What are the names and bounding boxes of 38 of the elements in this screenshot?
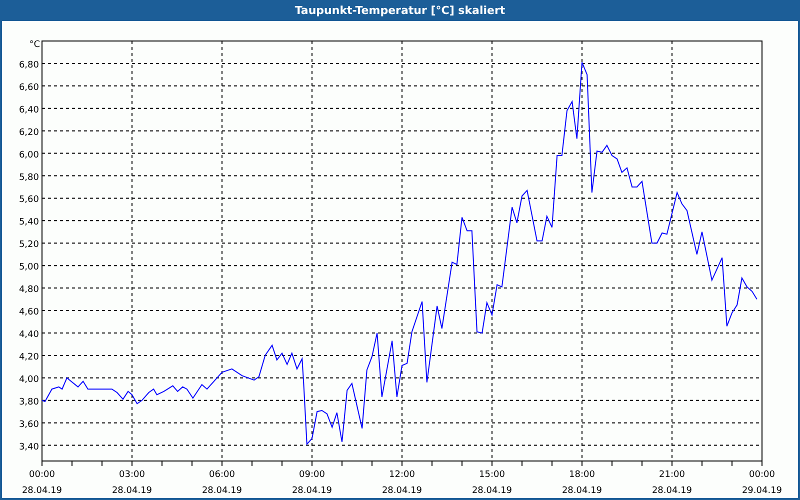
y-tick-label: 4,60: [18, 308, 39, 318]
y-tick-label: 4,00: [18, 374, 39, 385]
y-tick-label: 5,60: [18, 195, 39, 206]
y-tick-label: 4,40: [18, 330, 39, 340]
unit-label: °C: [29, 40, 40, 50]
y-tick-label: 6,00: [18, 150, 39, 160]
y-tick-label: 3,60: [18, 420, 39, 430]
x-tick-label: 21:00: [659, 470, 685, 480]
y-tick-label: 5,20: [18, 240, 39, 250]
date-label: 28.04.19: [22, 486, 62, 496]
x-tick-label: 18:00: [569, 470, 595, 480]
date-label: 28.04.19: [472, 486, 512, 496]
x-tick-label: 09:00: [299, 470, 325, 480]
window-title: Taupunkt-Temperatur [°C] skaliert: [2, 0, 798, 21]
date-label: 28.04.19: [652, 486, 692, 496]
x-tick-label: 00:00: [749, 470, 775, 480]
y-tick-label: 3,80: [18, 397, 39, 408]
date-label: 28.04.19: [202, 486, 242, 496]
y-tick-label: 6,40: [18, 105, 39, 116]
y-tick-label: 6,60: [18, 82, 39, 93]
y-tick-label: 5,40: [18, 218, 39, 228]
x-tick-label: 03:00: [119, 470, 145, 480]
date-label: 28.04.19: [112, 486, 152, 496]
date-label: 29.04.19: [742, 486, 782, 496]
date-label: 28.04.19: [382, 486, 422, 496]
y-tick-label: 3,40: [18, 442, 39, 452]
x-tick-label: 12:00: [389, 470, 415, 480]
x-tick-label: 06:00: [209, 470, 235, 480]
x-tick-label: 00:00: [29, 470, 55, 480]
y-tick-label: 5,00: [18, 262, 39, 273]
y-tick-label: 5,80: [18, 172, 39, 183]
date-label: 28.04.19: [292, 486, 332, 496]
y-tick-label: 6,80: [18, 60, 39, 70]
y-tick-label: 6,20: [18, 128, 39, 138]
x-tick-label: 15:00: [479, 470, 505, 480]
y-tick-label: 4,80: [18, 285, 39, 296]
date-label: 28.04.19: [562, 486, 602, 496]
y-tick-label: 4,20: [18, 352, 39, 362]
